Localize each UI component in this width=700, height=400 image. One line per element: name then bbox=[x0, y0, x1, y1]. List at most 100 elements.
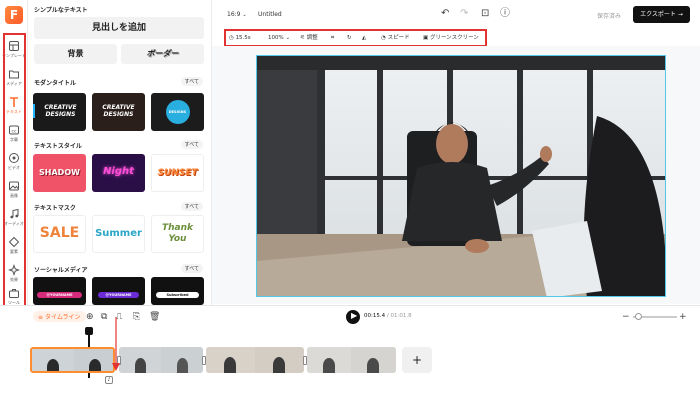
time-display: 00:15.4 / 01:01.8 bbox=[364, 313, 412, 319]
image-icon bbox=[9, 181, 19, 191]
app-logo[interactable]: F bbox=[5, 6, 23, 24]
rail-item-audio[interactable]: オーディオ bbox=[2, 206, 26, 232]
see-all-link[interactable]: すべて bbox=[180, 264, 203, 273]
frame-figure bbox=[135, 358, 146, 373]
clip-frame bbox=[74, 349, 113, 371]
section-title-modern: モダンタイトル bbox=[34, 80, 77, 87]
arrow-right-icon: → bbox=[677, 11, 683, 18]
rotate-icon[interactable]: ↻ bbox=[347, 33, 352, 43]
timeline-clip-selected[interactable] bbox=[30, 347, 115, 373]
modern-title-thumb[interactable]: DESIGNS bbox=[151, 93, 204, 131]
timeline-clip[interactable] bbox=[119, 347, 203, 373]
rail-item-subtitle[interactable]: cc 字幕 bbox=[2, 122, 26, 148]
rail-label: メディア bbox=[6, 81, 22, 86]
social-thumb[interactable]: @YOURNAME bbox=[33, 277, 86, 305]
zoom-dropdown[interactable]: 100% ⌄ bbox=[268, 33, 290, 43]
clip-frame bbox=[351, 347, 396, 373]
see-all-link[interactable]: すべて bbox=[180, 202, 203, 211]
text-style-thumb[interactable]: SUNSET bbox=[151, 154, 204, 192]
clip-toolbar: ◷ 15.5s 100% ⌄ ⚟ 調整 ⌗ ↻ ◭ ◔ スピード ▣ グリーンス… bbox=[224, 31, 486, 45]
frame-figure bbox=[177, 358, 188, 373]
speed-button[interactable]: ◔ スピード bbox=[381, 33, 410, 43]
clip-frame bbox=[307, 347, 351, 373]
audio-track-icon[interactable]: ♪ bbox=[105, 376, 113, 384]
rail-label: テンプレート bbox=[2, 53, 26, 58]
thumb-text: SALE bbox=[39, 225, 80, 241]
flip-icon[interactable]: ◭ bbox=[362, 33, 366, 43]
template-icon bbox=[9, 41, 19, 51]
zoom-slider-handle[interactable] bbox=[635, 313, 642, 320]
clip-frame bbox=[161, 347, 203, 373]
add-clip-button[interactable]: + bbox=[402, 347, 432, 373]
timeline-toolbar: ≡ タイムライン ⊕ ⧉ ⎍ ⎘ 🗑 ▶ 00:15.4 / 01:01.8 −… bbox=[0, 305, 700, 327]
text-mask-thumb[interactable]: Summer bbox=[92, 215, 145, 253]
zoom-out-icon[interactable]: − bbox=[622, 311, 630, 323]
video-preview[interactable] bbox=[256, 55, 666, 297]
thumb-text: Subscribed bbox=[156, 292, 199, 298]
rail-label: 画像 bbox=[10, 193, 18, 198]
zoom-slider[interactable] bbox=[633, 313, 677, 320]
social-thumb[interactable]: Subscribed bbox=[151, 277, 204, 305]
chevron-down-icon: ⌄ bbox=[285, 35, 291, 41]
playhead-handle[interactable] bbox=[85, 327, 93, 335]
adjust-button[interactable]: ⚟ 調整 bbox=[300, 33, 318, 43]
rail-item-template[interactable]: テンプレート bbox=[2, 38, 26, 64]
text-mask-thumb[interactable]: SALE bbox=[33, 215, 86, 253]
crop-icon[interactable]: ⌗ bbox=[331, 33, 334, 43]
duration-control[interactable]: ◷ 15.5s bbox=[229, 33, 251, 43]
rail-item-text[interactable]: テキスト bbox=[2, 94, 26, 120]
sliders-icon: ⚟ bbox=[300, 35, 305, 41]
see-all-link[interactable]: すべて bbox=[180, 140, 203, 149]
text-style-thumb[interactable]: Night bbox=[92, 154, 145, 192]
modern-title-thumb[interactable]: CREATIVE DESIGNS bbox=[33, 93, 86, 131]
rail-item-video[interactable]: ビデオ bbox=[2, 150, 26, 176]
zoom-in-icon[interactable]: + bbox=[679, 311, 687, 323]
video-frame-image bbox=[257, 56, 665, 296]
screenshot-icon[interactable]: ⊡ bbox=[481, 8, 489, 20]
section-title-text-mask: テキストマスク bbox=[34, 205, 76, 212]
thumb-text: SHADOW bbox=[39, 168, 80, 177]
background-text-button[interactable]: 背景 bbox=[34, 44, 117, 64]
undo-icon[interactable]: ↶ bbox=[441, 8, 449, 20]
timeline-clip[interactable] bbox=[206, 347, 304, 373]
current-time: 00:15.4 bbox=[364, 313, 386, 319]
layers-icon: ≡ bbox=[38, 314, 44, 321]
timeline-tab[interactable]: ≡ タイムライン bbox=[33, 311, 86, 322]
transition-marker[interactable] bbox=[303, 356, 307, 365]
social-thumb[interactable]: @YOURNAME bbox=[92, 277, 145, 305]
modern-title-thumb[interactable]: CREATIVE DESIGNS bbox=[92, 93, 145, 131]
text-style-thumb[interactable]: SHADOW bbox=[33, 154, 86, 192]
delete-icon[interactable]: 🗑 bbox=[149, 311, 160, 323]
rail-item-media[interactable]: メディア bbox=[2, 66, 26, 92]
text-mask-thumb[interactable]: Thank You bbox=[151, 215, 204, 253]
add-track-icon[interactable]: ⊕ bbox=[86, 311, 94, 323]
green-screen-button[interactable]: ▣ グリーンスクリーン bbox=[423, 33, 479, 43]
speed-label: スピード bbox=[387, 35, 410, 41]
adjust-label: 調整 bbox=[306, 35, 318, 41]
see-all-link[interactable]: すべて bbox=[180, 77, 203, 86]
timeline-label: タイムライン bbox=[44, 314, 81, 321]
border-text-button[interactable]: ボーダー bbox=[121, 44, 204, 64]
split-icon[interactable]: ⧉ bbox=[101, 311, 107, 323]
rail-item-image[interactable]: 画像 bbox=[2, 178, 26, 204]
thumb-text: Thank You bbox=[162, 223, 194, 244]
add-heading-button[interactable]: 見出しを追加 bbox=[34, 17, 204, 39]
aspect-ratio-value: 16:9 bbox=[227, 11, 241, 18]
thumb-text: CREATIVE DESIGNS bbox=[102, 104, 135, 118]
rail-item-elements[interactable]: 要素 bbox=[2, 234, 26, 260]
timeline-clip[interactable] bbox=[307, 347, 396, 373]
frame-figure bbox=[367, 358, 379, 373]
transition-marker[interactable] bbox=[202, 356, 206, 365]
help-icon[interactable]: ⓘ bbox=[500, 8, 510, 20]
play-button[interactable]: ▶ bbox=[346, 310, 360, 324]
aspect-ratio-dropdown[interactable]: 16:9 ⌄ bbox=[227, 11, 247, 18]
duplicate-icon[interactable]: ⎘ bbox=[133, 311, 140, 323]
tools-icon bbox=[9, 289, 19, 298]
clip-frame bbox=[206, 347, 255, 373]
export-button[interactable]: エクスポート → bbox=[633, 6, 690, 23]
project-title[interactable]: Untitled bbox=[258, 11, 282, 18]
frame-figure bbox=[273, 357, 285, 373]
rail-label: オーディオ bbox=[4, 221, 24, 226]
redo-icon[interactable]: ↷ bbox=[460, 8, 468, 20]
speed-icon: ◔ bbox=[381, 35, 386, 41]
